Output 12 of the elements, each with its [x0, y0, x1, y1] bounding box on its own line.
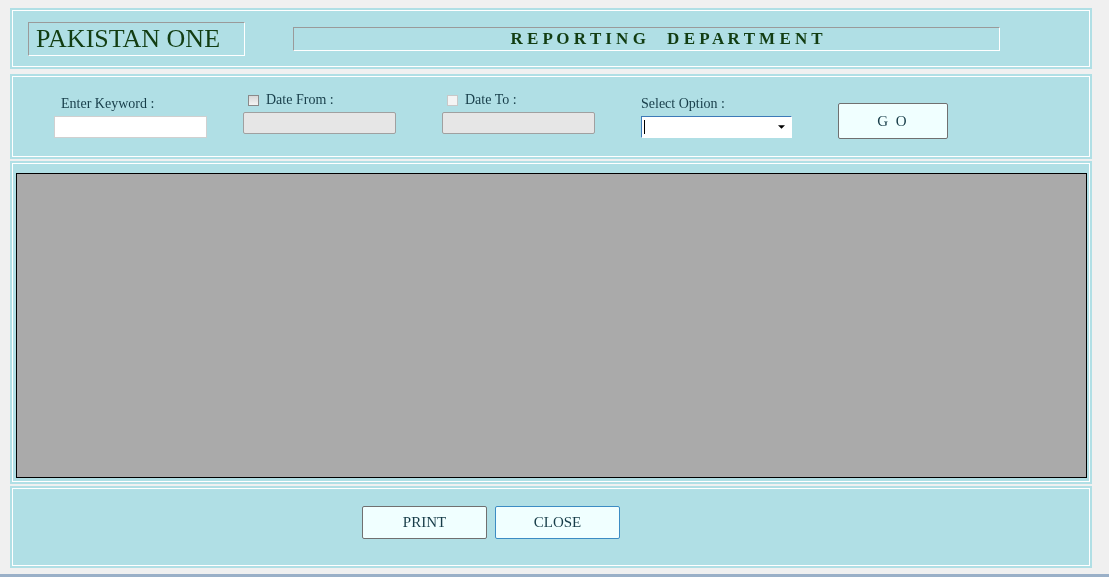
go-button[interactable]: G O — [838, 103, 948, 139]
field-label: Enter Keyword : — [61, 96, 155, 112]
print-button[interactable]: PRINT — [362, 506, 487, 539]
keyword-field[interactable] — [54, 116, 207, 138]
department-title: R E P O R T I N G D E P A R T M E N T — [293, 26, 1000, 51]
field-label: Date To : — [465, 92, 517, 108]
close-button[interactable]: CLOSE — [495, 506, 620, 539]
app-logo: PAKISTAN ONE — [28, 21, 245, 56]
option-dropdown[interactable] — [641, 116, 792, 138]
field-label: Date From : — [266, 92, 334, 108]
dropdown-arrow-icon — [778, 125, 785, 129]
field-label: Select Option : — [641, 96, 725, 112]
